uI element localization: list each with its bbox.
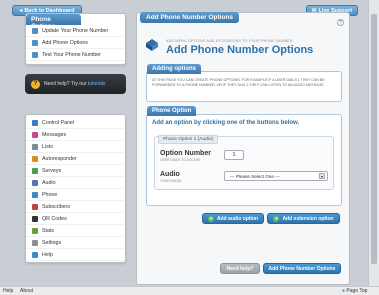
page-tab-title: Add Phone Number Options	[140, 12, 240, 23]
sidebar-item-audio[interactable]: Audio	[26, 177, 125, 189]
sidebar-item-label: Audio	[42, 179, 56, 186]
help-icon	[32, 251, 38, 258]
help-box: ? Need help? Try our tutorials	[25, 74, 126, 94]
sidebar-item-settings[interactable]: Settings	[26, 237, 125, 249]
sidebar-item-qr-codes[interactable]: QR Codes	[26, 213, 125, 225]
submit-button[interactable]: Add Phone Number Options	[263, 263, 341, 274]
phone-icon	[32, 191, 38, 198]
phone-icon	[32, 27, 38, 34]
sidebar-item-label: Surveys	[42, 167, 62, 174]
audio-sublabel: YOUR AUDIO	[160, 179, 182, 183]
plus-icon: +	[273, 215, 280, 222]
page-heading: Add Phone Number Options	[166, 44, 314, 56]
sidebar-item-label: Messages	[42, 131, 67, 138]
main-nav-panel: Control Panel Messages Lists Autoresponder S…	[25, 114, 126, 263]
help-text: Need help? Try our	[44, 81, 88, 87]
page-top-link[interactable]: ● Page Top	[342, 288, 367, 294]
option-number-input[interactable]: 1	[224, 150, 244, 160]
phone-menu-label: Update Your Phone Number	[42, 27, 109, 34]
add-extension-option-button[interactable]: + Add extension option	[267, 213, 340, 224]
audio-icon	[32, 179, 38, 186]
sidebar-item-lists[interactable]: Lists	[26, 141, 125, 153]
settings-icon	[32, 239, 38, 246]
plus-icon	[32, 39, 38, 46]
sidebar-item-control-panel[interactable]: Control Panel	[26, 117, 125, 129]
phone-options-title: Phone Options	[26, 14, 81, 30]
back-arrow-icon: ◂	[19, 7, 23, 14]
audio-label: Audio	[160, 171, 180, 178]
status-help-link[interactable]: Help	[3, 288, 13, 294]
subscribers-icon	[32, 203, 38, 210]
adding-options-title: Adding options	[147, 64, 201, 74]
sidebar-item-messages[interactable]: Messages	[26, 129, 125, 141]
sidebar-item-help[interactable]: Help	[26, 249, 125, 261]
phone-option-instruction: Add an option by clicking one of the but…	[152, 120, 300, 126]
phone-option-tab: Phone Option 1 (Audio)	[158, 135, 219, 144]
audio-select[interactable]: --- Please Select One --- ▾	[224, 171, 328, 181]
sidebar-item-label: QR Codes	[42, 215, 67, 222]
qr-codes-icon	[32, 215, 38, 222]
plus-icon: +	[207, 215, 214, 222]
sidebar-item-label: Control Panel	[42, 119, 75, 126]
status-bar: Help About ● Page Top	[0, 286, 379, 295]
sidebar-item-label: Lists	[42, 143, 53, 150]
scrollbar-thumb[interactable]	[371, 14, 377, 264]
phone-menu-item[interactable]: Test Your Phone Number	[26, 49, 125, 61]
page-subtitle: ADD MENU OPTIONS AND EXTENSIONS TO YOUR …	[166, 39, 293, 43]
sidebar-item-label: Autoresponder	[42, 155, 77, 162]
sidebar-item-stats[interactable]: Stats	[26, 225, 125, 237]
sidebar-item-subscribers[interactable]: Subscribers	[26, 201, 125, 213]
sidebar-item-label: Settings	[42, 239, 62, 246]
tutorials-link[interactable]: tutorials	[88, 81, 106, 87]
question-icon: ?	[31, 79, 40, 89]
vertical-scrollbar[interactable]	[368, 0, 379, 286]
sidebar-item-label: Help	[42, 251, 53, 258]
autoresponder-icon	[32, 155, 38, 162]
phone-test-icon	[32, 51, 38, 58]
phone-menu-label: Test Your Phone Number	[42, 51, 101, 58]
sidebar-item-phone[interactable]: Phone	[26, 189, 125, 201]
add-audio-option-button[interactable]: + Add audio option	[202, 213, 264, 224]
messages-icon	[32, 131, 38, 138]
chevron-down-icon: ▾	[319, 173, 325, 179]
sidebar-item-label: Stats	[42, 227, 55, 234]
surveys-icon	[32, 167, 38, 174]
lists-icon	[32, 143, 38, 150]
sidebar-item-surveys[interactable]: Surveys	[26, 165, 125, 177]
status-about-link[interactable]: About	[20, 288, 33, 294]
help-icon[interactable]: ?	[337, 19, 344, 26]
phone-menu-item[interactable]: Add Phone Options	[26, 37, 125, 49]
adding-options-text: AT THIS PAGE YOU CAN CREATE PHONE OPTION…	[152, 78, 325, 87]
option-number-sublabel: USER DIALS TO ACCESS	[160, 158, 201, 162]
option-number-label: Option Number	[160, 150, 211, 157]
need-help-button[interactable]: Need help?	[220, 263, 260, 274]
globe-icon: ●	[342, 288, 346, 294]
sidebar-item-autoresponder[interactable]: Autoresponder	[26, 153, 125, 165]
sidebar-item-label: Subscribers	[42, 203, 70, 210]
phone-options-panel: Phone Options Update Your Phone Number Ad…	[25, 13, 126, 65]
sidebar-item-label: Phone	[42, 191, 58, 198]
control-panel-icon	[32, 119, 38, 126]
phone-menu-label: Add Phone Options	[42, 39, 88, 46]
stats-icon	[32, 227, 38, 234]
phone-app-icon	[145, 38, 159, 52]
phone-option-title: Phone Option	[147, 106, 197, 116]
